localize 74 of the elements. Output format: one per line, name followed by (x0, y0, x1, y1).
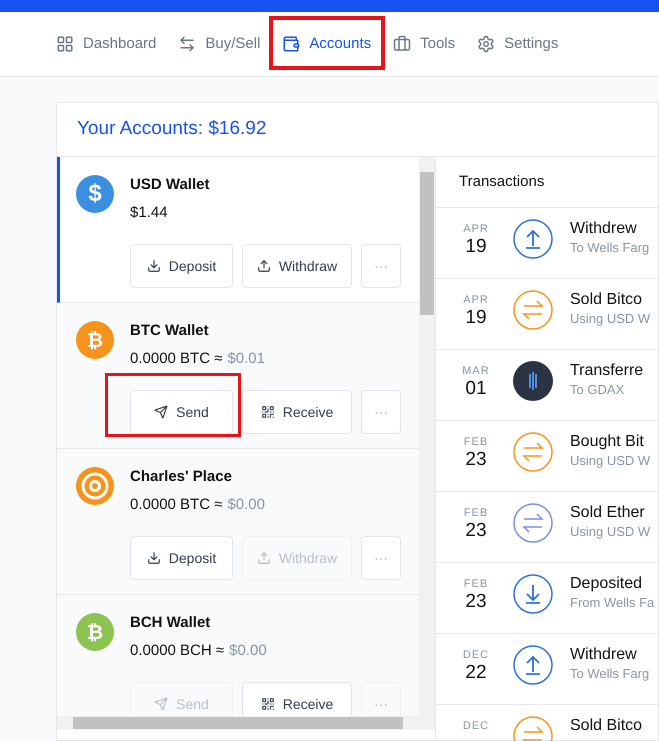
vertical-scrollbar[interactable] (419, 157, 435, 716)
transaction-subtitle: Using USD W (570, 310, 650, 328)
paper-plane-icon (154, 405, 168, 419)
transaction-title: Bought Bit (570, 432, 645, 452)
nav-tab[interactable]: Dashboard (56, 33, 156, 56)
transaction-subtitle: Using USD W (570, 452, 650, 470)
qr-code-icon (260, 405, 275, 419)
nav-tab[interactable]: Tools (393, 33, 456, 56)
transaction-title: Sold Bitco (570, 290, 644, 310)
account-name: BCH Wallet (130, 613, 212, 633)
transaction-month: APR (463, 222, 489, 236)
upload-icon (256, 551, 271, 565)
action-button[interactable]: Deposit (130, 244, 233, 288)
account-name: USD Wallet (130, 175, 210, 195)
transaction-month: MAR (462, 364, 490, 378)
transaction-day: 23 (465, 520, 487, 542)
qr-code-icon (260, 697, 275, 711)
account-balance: 0.0000 BTC ≈ (130, 349, 222, 369)
transaction-title: Transferre (570, 361, 644, 381)
transaction-month: DEC (462, 648, 490, 662)
transaction-month: FEB (464, 506, 488, 520)
transaction-month: FEB (464, 577, 488, 591)
action-button[interactable]: Withdraw (242, 244, 352, 288)
transaction-subtitle: To Wells Farg (570, 239, 650, 257)
transaction-subtitle: To GDAX (570, 381, 626, 399)
dollar-coin-icon: $ (76, 175, 114, 213)
horizontal-scrollbar[interactable] (57, 716, 435, 730)
bitcoin-coin-icon: ₿ (76, 613, 114, 651)
transaction-title: Withdrew (570, 219, 638, 239)
action-button[interactable]: Receive (242, 390, 352, 434)
nav-tab[interactable]: Accounts (282, 33, 372, 56)
nav-tab[interactable]: Settings (477, 33, 558, 56)
paper-plane-icon (154, 697, 168, 711)
transaction-title: Deposited (570, 574, 644, 594)
action-button[interactable]: Deposit (130, 536, 233, 580)
grid-icon (56, 35, 74, 54)
transaction-month: DEC (462, 719, 490, 733)
account-name: BTC Wallet (130, 321, 210, 341)
account-balance: 0.0000 BCH ≈ (130, 641, 224, 661)
transaction-day: 23 (465, 591, 487, 613)
transaction-subtitle: Using USD W (570, 523, 650, 541)
account-name: Charles' Place (130, 467, 233, 487)
account-row[interactable]: ₿ BTC Wallet 0.0000 BTC ≈ $0.01 Send Receive ··· (57, 303, 419, 449)
transaction-title: Sold Ether (570, 503, 646, 523)
transaction-day: 19 (465, 307, 487, 329)
fiat-value: $0.00 (229, 641, 267, 661)
fiat-value: $0.01 (227, 349, 265, 369)
bitcoin-coin-icon: ₿ (76, 321, 114, 359)
transaction-day: 23 (465, 449, 487, 471)
transactions-title: Transactions (459, 172, 544, 192)
transaction-title: Sold Bitco (570, 716, 642, 736)
download-icon (146, 259, 161, 273)
transaction-month: APR (463, 293, 489, 307)
swap-arrows-icon (178, 35, 196, 54)
account-row[interactable]: $ USD Wallet $1.44 Deposit Withdraw ··· (57, 157, 419, 303)
fiat-value: $0.00 (227, 495, 265, 515)
action-button[interactable]: Send (130, 390, 233, 434)
transaction-day: 19 (465, 236, 487, 258)
transaction-subtitle: To Wells Farg (570, 665, 650, 683)
download-icon (146, 551, 161, 565)
settings-icon (477, 35, 496, 54)
upload-icon (256, 259, 271, 273)
transaction-day: 01 (465, 378, 487, 400)
transaction-day: 22 (465, 662, 487, 684)
transaction-month: FEB (464, 435, 488, 449)
action-button[interactable]: Receive (242, 682, 352, 716)
accounts-title: Your Accounts: $16.92 (77, 117, 266, 142)
account-balance: 0.0000 BTC ≈ (130, 495, 222, 515)
nav-tab[interactable]: Buy/Sell (178, 33, 260, 56)
transaction-subtitle: From Wells Fa (570, 594, 654, 612)
briefcase-icon (393, 35, 412, 54)
account-balance: $1.44 (130, 203, 168, 223)
wallet-icon (282, 35, 300, 54)
transaction-title: Withdrew (570, 645, 638, 665)
